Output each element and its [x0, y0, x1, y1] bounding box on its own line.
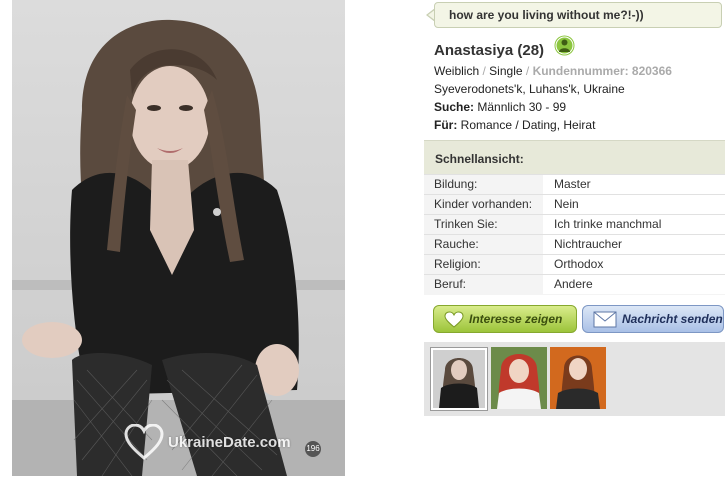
search-value: Männlich 30 - 99 [477, 100, 567, 114]
online-user-icon [554, 35, 575, 56]
quick-view-title: Schnellansicht: [435, 152, 524, 166]
row-label: Trinken Sie: [424, 215, 543, 234]
site-watermark: UkraineDate.com [124, 424, 291, 460]
photo-count-badge: 196 [305, 441, 321, 457]
status-bubble: how are you living without me?!-)) [434, 2, 722, 28]
row-value: Andere [543, 275, 725, 294]
intent-preference: Für: Romance / Dating, Heirat [434, 118, 595, 132]
separator: / [525, 64, 530, 78]
row-value: Nein [543, 195, 725, 214]
row-label: Bildung: [424, 175, 543, 194]
table-row: Bildung: Master [424, 174, 725, 194]
separator: / [482, 64, 486, 78]
table-row: Trinken Sie: Ich trinke manchmal [424, 214, 725, 234]
send-message-button[interactable]: Nachricht senden [582, 305, 724, 333]
row-label: Beruf: [424, 275, 543, 294]
search-preference: Suche: Männlich 30 - 99 [434, 100, 566, 114]
row-value: Nichtraucher [543, 235, 725, 254]
row-label: Rauche: [424, 235, 543, 254]
gallery-thumbnail[interactable] [550, 347, 606, 409]
row-value: Master [543, 175, 725, 194]
location: Syeverodonets'k, Luhans'k, Ukraine [434, 82, 625, 96]
table-row: Kinder vorhanden: Nein [424, 194, 725, 214]
search-label: Suche: [434, 100, 475, 114]
quick-view-header: Schnellansicht: [424, 140, 725, 174]
thumbnail-image [433, 350, 485, 408]
table-row: Religion: Orthodox [424, 254, 725, 274]
row-label: Kinder vorhanden: [424, 195, 543, 214]
row-value: Ich trinke manchmal [543, 215, 725, 234]
watermark-text: UkraineDate.com [168, 433, 291, 451]
quick-view-panel: Schnellansicht: Bildung: Master Kinder v… [424, 140, 725, 295]
row-value: Orthodox [543, 255, 725, 274]
show-interest-button[interactable]: Interesse zeigen [433, 305, 577, 333]
table-row: Rauche: Nichtraucher [424, 234, 725, 254]
heart-icon [444, 310, 464, 328]
heart-logo-icon [124, 424, 164, 460]
thumbnail-image [491, 347, 547, 409]
send-message-label: Nachricht senden [622, 312, 723, 326]
profile-summary: Weiblich / Single / Kundennummer: 820366 [434, 64, 672, 78]
photo-illustration [12, 0, 345, 476]
show-interest-label: Interesse zeigen [469, 312, 563, 326]
main-profile-photo[interactable]: UkraineDate.com 196 [12, 0, 345, 476]
envelope-icon [593, 311, 617, 327]
gallery-thumbnail[interactable] [430, 347, 488, 411]
for-label: Für: [434, 118, 458, 132]
profile-name: Anastasiya (28) [434, 42, 545, 59]
status-message: how are you living without me?!-)) [449, 8, 644, 22]
table-row: Beruf: Andere [424, 274, 725, 294]
row-label: Religion: [424, 255, 543, 274]
gallery-thumbnail[interactable] [491, 347, 547, 409]
photo-gallery [424, 342, 725, 416]
customer-number: Kundennummer: 820366 [532, 64, 672, 78]
gender-value: Weiblich [434, 64, 480, 78]
status-value: Single [489, 64, 523, 78]
for-value: Romance / Dating, Heirat [460, 118, 596, 132]
thumbnail-image [550, 347, 606, 409]
